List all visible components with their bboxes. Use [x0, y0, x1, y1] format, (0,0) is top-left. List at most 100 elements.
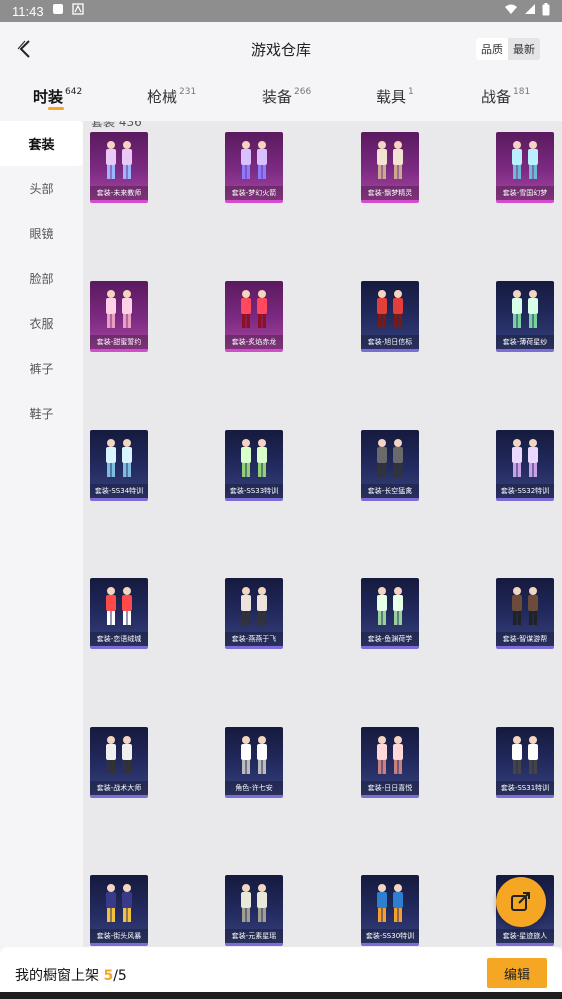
outfit-card[interactable]: 套装-薄荷星纱 — [496, 281, 554, 352]
outfit-card[interactable]: 角色-许七安 — [225, 727, 283, 798]
outfit-card[interactable]: 套装-街头风暴 — [90, 875, 148, 946]
sort-option-newest[interactable]: 最新 — [508, 38, 540, 60]
outfit-card[interactable]: 套装-雪国幻梦 — [496, 132, 554, 203]
item-grid-area[interactable]: 套装 436 套装-未来教师 套装-梦幻火箭 套装-飘梦精灵 套装-雪国幻梦套装-甜蜜… — [83, 121, 562, 947]
outfit-figure-icon — [241, 587, 267, 625]
outfit-card[interactable]: 套装-炙焰赤龙 — [225, 281, 283, 352]
outfit-name: 套装-长空猛禽 — [361, 484, 419, 498]
outfit-card[interactable]: 套装-鱼渊荷学 — [361, 578, 419, 649]
outfit-name: 套装-飘梦精灵 — [361, 186, 419, 200]
sidebar-item-face[interactable]: 脸部 — [0, 256, 83, 301]
tab-supplies[interactable]: 战备 181 — [481, 86, 530, 107]
tab-guns[interactable]: 枪械 231 — [147, 86, 196, 107]
outfit-name: 套装-街头风暴 — [90, 929, 148, 943]
outfit-name: 套装-SS31特训 — [496, 781, 554, 795]
subcategory-sidebar: 套装 头部 眼镜 脸部 衣服 裤子 鞋子 — [0, 121, 83, 947]
outfit-figure-icon — [106, 587, 132, 625]
outfit-card[interactable]: 套装-恋语绒城 — [90, 578, 148, 649]
outfit-name: 套装-SS33特训 — [225, 484, 283, 498]
outfit-figure-icon — [241, 884, 267, 922]
signal-icon — [524, 3, 536, 19]
outfit-name: 套装-燕燕于飞 — [225, 632, 283, 646]
showcase-current: 5 — [103, 968, 114, 984]
outfit-card[interactable]: 套装-SS33特训 — [225, 430, 283, 501]
outfit-card[interactable]: 套装-元素星瑶 — [225, 875, 283, 946]
outfit-name: 套装-薄荷星纱 — [496, 335, 554, 349]
status-time: 11:43 — [12, 3, 44, 19]
page-title: 游戏仓库 — [250, 40, 311, 59]
outfit-name: 套装-智谋游帮 — [496, 632, 554, 646]
outfit-figure-icon — [241, 290, 267, 328]
outfit-figure-icon — [377, 736, 403, 774]
app-header: 游戏仓库 品质 最新 — [0, 22, 562, 76]
back-button[interactable] — [14, 36, 36, 62]
showcase-status: 我的橱窗上架 5/5 — [15, 968, 127, 984]
tab-vehicles[interactable]: 载具 1 — [376, 86, 414, 107]
active-tab-indicator — [48, 107, 64, 110]
outfit-figure-icon — [106, 884, 132, 922]
outfit-name: 套装-元素星瑶 — [225, 929, 283, 943]
outfit-name: 套装-鱼渊荷学 — [361, 632, 419, 646]
sidebar-item-pants[interactable]: 裤子 — [0, 346, 83, 391]
outfit-card[interactable]: 套装-SS30特训 — [361, 875, 419, 946]
outfit-card[interactable]: 套装-梦幻火箭 — [225, 132, 283, 203]
outfit-card[interactable]: 套装-智谋游帮 — [496, 578, 554, 649]
outfit-card[interactable]: 套装-甜蜜誓约 — [90, 281, 148, 352]
category-tabs: 时装 642 枪械 231 装备 266 载具 1 战备 181 — [0, 76, 562, 120]
tab-count: 181 — [513, 87, 531, 97]
outfit-figure-icon — [106, 290, 132, 328]
tab-count: 642 — [65, 87, 83, 97]
outfit-figure-icon — [377, 290, 403, 328]
share-button[interactable] — [496, 877, 546, 927]
sidebar-item-head[interactable]: 头部 — [0, 166, 83, 211]
outfit-name: 套装-旭日信标 — [361, 335, 419, 349]
tab-count: 1 — [408, 87, 414, 97]
outfit-figure-icon — [377, 141, 403, 179]
tab-equipment[interactable]: 装备 266 — [262, 86, 311, 107]
outfit-figure-icon — [106, 141, 132, 179]
outfit-card[interactable]: 套装-SS32特训 — [496, 430, 554, 501]
sidebar-item-suits[interactable]: 套装 — [0, 121, 83, 166]
outfit-figure-icon — [241, 736, 267, 774]
outfit-name: 套装-战术大师 — [90, 781, 148, 795]
outfit-card[interactable]: 套装-战术大师 — [90, 727, 148, 798]
outfit-figure-icon — [106, 736, 132, 774]
sidebar-item-glasses[interactable]: 眼镜 — [0, 211, 83, 256]
tab-count: 266 — [294, 87, 312, 97]
app-icon — [71, 3, 84, 19]
bottom-bar: 我的橱窗上架 5/5 编辑 — [0, 947, 562, 992]
outfit-figure-icon — [512, 439, 538, 477]
outfit-card[interactable]: 套装-未来教师 — [90, 132, 148, 203]
outfit-figure-icon — [512, 141, 538, 179]
sidebar-item-shoes[interactable]: 鞋子 — [0, 391, 83, 436]
outfit-name: 套装-SS34特训 — [90, 484, 148, 498]
outfit-name: 角色-许七安 — [225, 781, 283, 795]
sidebar-item-clothes[interactable]: 衣服 — [0, 301, 83, 346]
outfit-name: 套装-SS32特训 — [496, 484, 554, 498]
outfit-card[interactable]: 套装-SS31特训 — [496, 727, 554, 798]
outfit-card[interactable]: 套装-燕燕于飞 — [225, 578, 283, 649]
outfit-card[interactable]: 套装-旭日信标 — [361, 281, 419, 352]
outfit-card[interactable]: 套装-飘梦精灵 — [361, 132, 419, 203]
outfit-figure-icon — [512, 587, 538, 625]
section-title: 套装 436 — [91, 121, 142, 129]
back-arrow-icon — [17, 40, 30, 58]
outfit-name: 套装-日日喜悦 — [361, 781, 419, 795]
edit-button[interactable]: 编辑 — [487, 958, 547, 988]
outfit-name: 套装-星迹旅人 — [496, 929, 554, 943]
sort-option-quality[interactable]: 品质 — [476, 38, 508, 60]
battery-icon — [542, 2, 550, 20]
outfit-name: 套装-甜蜜誓约 — [90, 335, 148, 349]
outfit-card[interactable]: 套装-SS34特训 — [90, 430, 148, 501]
system-nav-bar — [0, 992, 562, 999]
sort-toggle[interactable]: 品质 最新 — [476, 38, 540, 60]
outfit-figure-icon — [241, 439, 267, 477]
outfit-card[interactable]: 套装-日日喜悦 — [361, 727, 419, 798]
outfit-figure-icon — [241, 141, 267, 179]
outfit-name: 套装-未来教师 — [90, 186, 148, 200]
outfit-name: 套装-梦幻火箭 — [225, 186, 283, 200]
tab-count: 231 — [179, 87, 197, 97]
tab-fashion[interactable]: 时装 642 — [33, 86, 82, 107]
outfit-card[interactable]: 套装-长空猛禽 — [361, 430, 419, 501]
notification-icon — [52, 3, 64, 19]
